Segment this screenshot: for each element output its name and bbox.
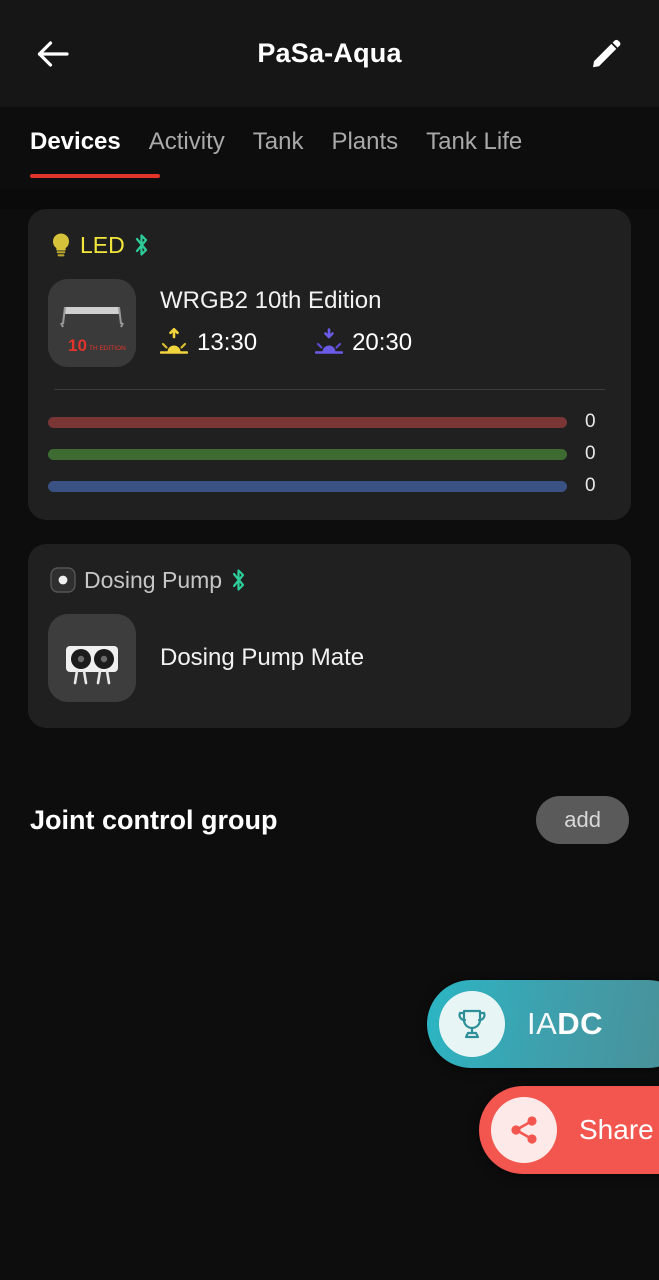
sunrise-time: 13:30 bbox=[197, 329, 258, 357]
arrow-left-icon bbox=[37, 40, 69, 67]
sunset-time: 20:30 bbox=[352, 329, 413, 357]
green-channel-value: 0 bbox=[585, 443, 596, 464]
bluetooth-icon-led bbox=[133, 233, 150, 257]
led-color-sliders: 0 0 0 bbox=[48, 406, 611, 502]
edit-button[interactable] bbox=[583, 31, 629, 77]
add-group-button[interactable]: add bbox=[536, 796, 629, 844]
share-nodes-icon bbox=[511, 1116, 537, 1144]
app-bar: PaSa-Aqua bbox=[0, 0, 659, 107]
svg-text:10: 10 bbox=[68, 336, 87, 355]
dosing-pump-group-label: Dosing Pump bbox=[84, 566, 223, 593]
active-tab-indicator bbox=[30, 174, 160, 178]
trophy-icon bbox=[458, 1009, 486, 1039]
iadc-label-soft: IA bbox=[527, 1006, 558, 1041]
share-label: Share bbox=[579, 1114, 654, 1145]
share-floating-button[interactable]: Share bbox=[479, 1086, 659, 1174]
led-card-header: LED bbox=[48, 229, 611, 261]
red-channel-value: 0 bbox=[585, 411, 596, 432]
red-channel-slider[interactable] bbox=[48, 416, 567, 428]
led-group-label: LED bbox=[80, 231, 125, 258]
device-card-led[interactable]: LED 10 TH EDITION WRGB2 10th Edition 13:… bbox=[28, 209, 631, 520]
slider-row-red[interactable]: 0 bbox=[48, 406, 611, 438]
led-schedule: 13:30 20:30 bbox=[160, 328, 611, 358]
slider-row-green[interactable]: 0 bbox=[48, 438, 611, 470]
sunset-schedule: 20:30 bbox=[315, 328, 412, 358]
svg-text:TH EDITION: TH EDITION bbox=[89, 345, 126, 352]
led-fixture-thumbnail: 10 TH EDITION bbox=[48, 279, 136, 367]
joint-control-group-section: Joint control group add bbox=[28, 796, 631, 844]
blue-channel-value: 0 bbox=[585, 475, 596, 496]
pencil-edit-icon bbox=[593, 39, 621, 67]
bluetooth-icon-pump bbox=[230, 568, 247, 592]
sunrise-schedule: 13:30 bbox=[160, 328, 257, 358]
iadc-label-hard: DC bbox=[557, 1006, 604, 1041]
iadc-label: IADC bbox=[527, 1006, 603, 1042]
dosing-pump-card-header: Dosing Pump bbox=[48, 564, 611, 596]
dosing-pump-square-icon bbox=[50, 567, 76, 593]
led-device-row[interactable]: 10 TH EDITION WRGB2 10th Edition 13:30 2… bbox=[48, 279, 611, 367]
iadc-floating-button[interactable]: IADC bbox=[427, 980, 659, 1068]
green-channel-slider[interactable] bbox=[48, 448, 567, 460]
tab-bar: Devices Activity Tank Plants Tank Life bbox=[0, 107, 659, 189]
dosing-pump-device-row[interactable]: Dosing Pump Mate bbox=[48, 614, 611, 702]
sunset-icon bbox=[315, 328, 344, 354]
tab-devices[interactable]: Devices bbox=[30, 128, 121, 156]
led-card-divider bbox=[54, 389, 605, 390]
tab-activity[interactable]: Activity bbox=[149, 128, 225, 156]
dosing-pump-device-name: Dosing Pump Mate bbox=[160, 644, 365, 671]
joint-control-group-title: Joint control group bbox=[30, 804, 278, 835]
dosing-pump-thumbnail bbox=[48, 614, 136, 702]
share-badge bbox=[491, 1097, 557, 1163]
blue-channel-slider[interactable] bbox=[48, 480, 567, 492]
trophy-badge bbox=[439, 991, 505, 1057]
sunrise-icon bbox=[160, 328, 188, 354]
slider-row-blue[interactable]: 0 bbox=[48, 470, 611, 502]
tab-plants[interactable]: Plants bbox=[331, 128, 398, 156]
led-device-name: WRGB2 10th Edition bbox=[160, 286, 382, 314]
tab-tank-life[interactable]: Tank Life bbox=[426, 128, 522, 156]
app-screen: PaSa-Aqua Devices Activity Tank Plants T… bbox=[0, 0, 659, 1280]
page-title: PaSa-Aqua bbox=[257, 38, 402, 68]
device-card-dosing-pump[interactable]: Dosing Pump Dosing Pump Mate bbox=[28, 544, 631, 728]
lightbulb-icon bbox=[52, 233, 70, 257]
back-button[interactable] bbox=[30, 31, 76, 77]
tab-tank[interactable]: Tank bbox=[253, 128, 304, 156]
